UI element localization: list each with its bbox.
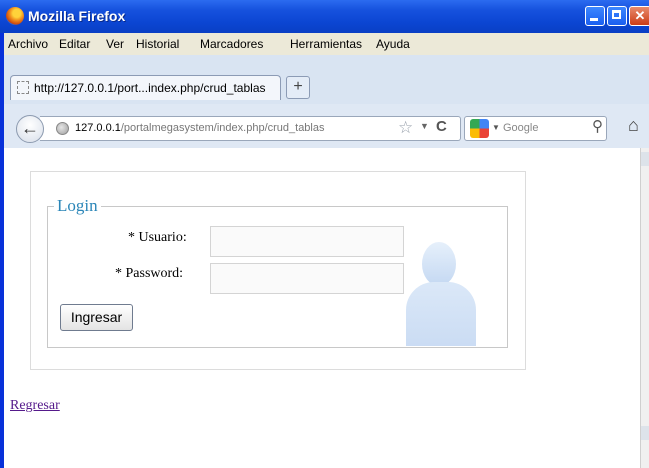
menu-marcadores[interactable]: Marcadores — [200, 37, 263, 51]
reload-icon[interactable]: C — [436, 118, 447, 135]
firefox-logo-icon — [6, 7, 24, 25]
history-dropdown-icon[interactable]: ▼ — [420, 121, 429, 131]
login-legend: Login — [54, 196, 101, 216]
close-button[interactable]: ✕ — [629, 6, 649, 26]
new-tab-button[interactable]: + — [286, 76, 310, 99]
menu-ayuda[interactable]: Ayuda — [376, 37, 410, 51]
window-title: Mozilla Firefox — [28, 8, 126, 24]
google-icon[interactable] — [470, 119, 489, 138]
password-label: * Password: — [115, 266, 184, 281]
page-icon — [17, 81, 29, 94]
star-icon[interactable]: ☆ — [398, 118, 413, 138]
tab-active[interactable]: http://127.0.0.1/port...index.php/crud_t… — [10, 75, 281, 100]
user-label: * Usuario: — [128, 230, 187, 245]
scroll-up-button[interactable] — [641, 152, 649, 166]
user-avatar-icon — [404, 234, 478, 346]
maximize-button[interactable] — [607, 6, 627, 26]
password-input[interactable] — [210, 263, 404, 294]
url-text: 127.0.0.1/portalmegasystem/index.php/cru… — [75, 122, 325, 134]
user-input[interactable] — [210, 226, 404, 257]
home-icon[interactable]: ⌂ — [628, 115, 639, 136]
url-host: 127.0.0.1 — [75, 122, 121, 134]
minimize-button[interactable] — [585, 6, 605, 26]
globe-icon — [56, 122, 69, 135]
back-arrow-icon: ← — [21, 118, 39, 138]
back-link[interactable]: Regresar — [10, 398, 60, 414]
search-placeholder: Google — [503, 122, 539, 134]
menu-historial[interactable]: Historial — [136, 37, 179, 51]
avatar-body — [406, 282, 476, 346]
back-button[interactable]: ← — [16, 115, 44, 143]
menu-archivo[interactable]: Archivo — [8, 37, 48, 51]
scroll-down-button[interactable] — [641, 426, 649, 440]
tab-title: http://127.0.0.1/port...index.php/crud_t… — [34, 81, 266, 95]
magnifier-icon[interactable]: ⚲ — [592, 117, 603, 135]
menu-herramientas[interactable]: Herramientas — [290, 37, 362, 51]
avatar-head — [422, 242, 456, 286]
menu-editar[interactable]: Editar — [59, 37, 90, 51]
vertical-scrollbar[interactable] — [640, 148, 649, 468]
login-button[interactable]: Ingresar — [60, 304, 133, 331]
menu-ver[interactable]: Ver — [106, 37, 124, 51]
search-engine-dropdown-icon[interactable]: ▼ — [492, 123, 500, 132]
browser-window: Mozilla Firefox ✕ Archivo Editar Ver His… — [0, 0, 649, 468]
url-path: /portalmegasystem/index.php/crud_tablas — [120, 122, 325, 134]
